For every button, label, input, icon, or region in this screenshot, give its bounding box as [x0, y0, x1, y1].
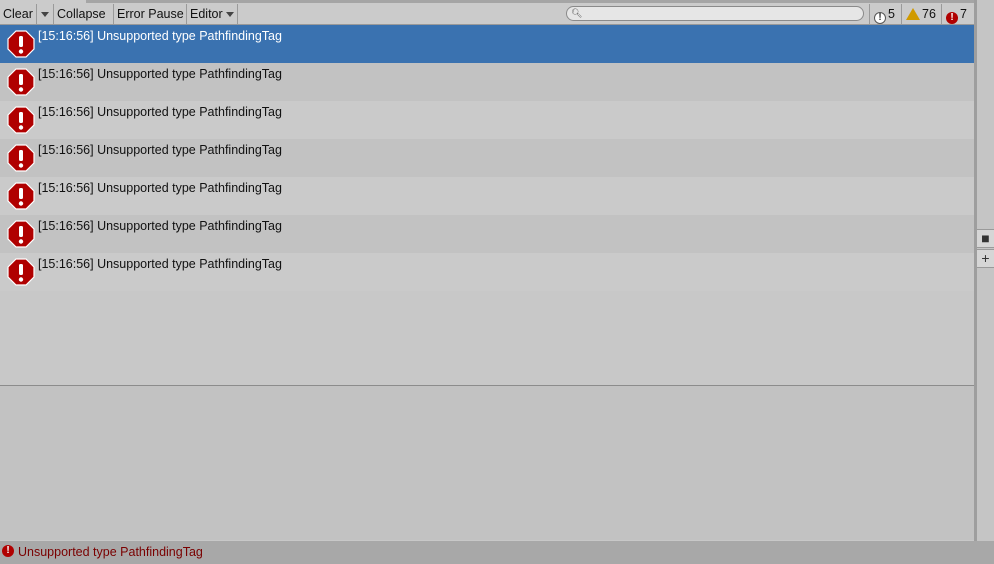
log-message: [15:16:56] Unsupported type PathfindingT… — [38, 105, 282, 119]
collapse-toggle[interactable]: Collapse — [54, 4, 114, 24]
error-pause-label: Error Pause — [117, 7, 184, 21]
chevron-down-icon — [41, 12, 49, 18]
log-entry[interactable]: [15:16:56] Unsupported type PathfindingT… — [0, 63, 974, 101]
log-entry[interactable]: [15:16:56] Unsupported type PathfindingT… — [0, 101, 974, 139]
add-icon[interactable]: + — [977, 249, 994, 268]
collapse-label: Collapse — [57, 7, 106, 21]
warning-count: 76 — [922, 7, 936, 21]
log-entry[interactable]: [15:16:56] Unsupported type PathfindingT… — [0, 215, 974, 253]
info-count-toggle[interactable]: ! 5 — [869, 4, 900, 24]
log-message: [15:16:56] Unsupported type PathfindingT… — [38, 181, 282, 195]
error-icon — [7, 258, 35, 286]
editor-label: Editor — [190, 7, 223, 21]
error-count-toggle[interactable]: ! 7 — [941, 4, 974, 24]
error-icon — [7, 144, 35, 172]
clear-label: Clear — [3, 7, 33, 21]
tab-strip — [0, 0, 974, 3]
log-entry[interactable]: [15:16:56] Unsupported type PathfindingT… — [0, 139, 974, 177]
console-toolbar: Clear Collapse Error Pause Editor 🔍︎ ! 5 … — [0, 0, 974, 25]
search-input[interactable] — [583, 7, 853, 20]
folder-icon[interactable]: ■ — [977, 229, 994, 248]
status-message: Unsupported type PathfindingTag — [18, 545, 203, 559]
error-icon — [7, 220, 35, 248]
error-count: 7 — [960, 7, 967, 21]
error-icon: ! — [946, 12, 958, 24]
error-pause-toggle[interactable]: Error Pause — [114, 4, 187, 24]
editor-dropdown[interactable]: Editor — [187, 4, 238, 24]
log-message: [15:16:56] Unsupported type PathfindingT… — [38, 219, 282, 233]
clear-options-dropdown[interactable] — [37, 4, 54, 24]
chevron-down-icon — [226, 12, 235, 18]
warning-icon — [906, 8, 920, 20]
status-bar[interactable]: ! Unsupported type PathfindingTag — [0, 541, 994, 564]
log-entry[interactable]: [15:16:56] Unsupported type PathfindingT… — [0, 25, 974, 63]
search-field[interactable]: 🔍︎ — [566, 6, 864, 21]
log-message: [15:16:56] Unsupported type PathfindingT… — [38, 143, 282, 157]
side-panel: ■ + — [977, 0, 994, 541]
error-icon — [7, 182, 35, 210]
log-message: [15:16:56] Unsupported type PathfindingT… — [38, 67, 282, 81]
error-icon — [7, 106, 35, 134]
stack-trace-panel[interactable] — [0, 386, 974, 540]
log-list: [15:16:56] Unsupported type PathfindingT… — [0, 25, 974, 385]
log-entry[interactable]: [15:16:56] Unsupported type PathfindingT… — [0, 177, 974, 215]
info-icon: ! — [874, 12, 886, 24]
console-tab[interactable] — [0, 0, 86, 3]
error-icon: ! — [2, 545, 14, 557]
error-icon — [7, 68, 35, 96]
search-icon: 🔍︎ — [571, 8, 583, 18]
info-count: 5 — [888, 7, 895, 21]
log-entry[interactable]: [15:16:56] Unsupported type PathfindingT… — [0, 253, 974, 291]
clear-button[interactable]: Clear — [0, 4, 37, 24]
error-icon — [7, 30, 35, 58]
warning-count-toggle[interactable]: 76 — [901, 4, 941, 24]
log-message: [15:16:56] Unsupported type PathfindingT… — [38, 29, 282, 43]
log-message: [15:16:56] Unsupported type PathfindingT… — [38, 257, 282, 271]
